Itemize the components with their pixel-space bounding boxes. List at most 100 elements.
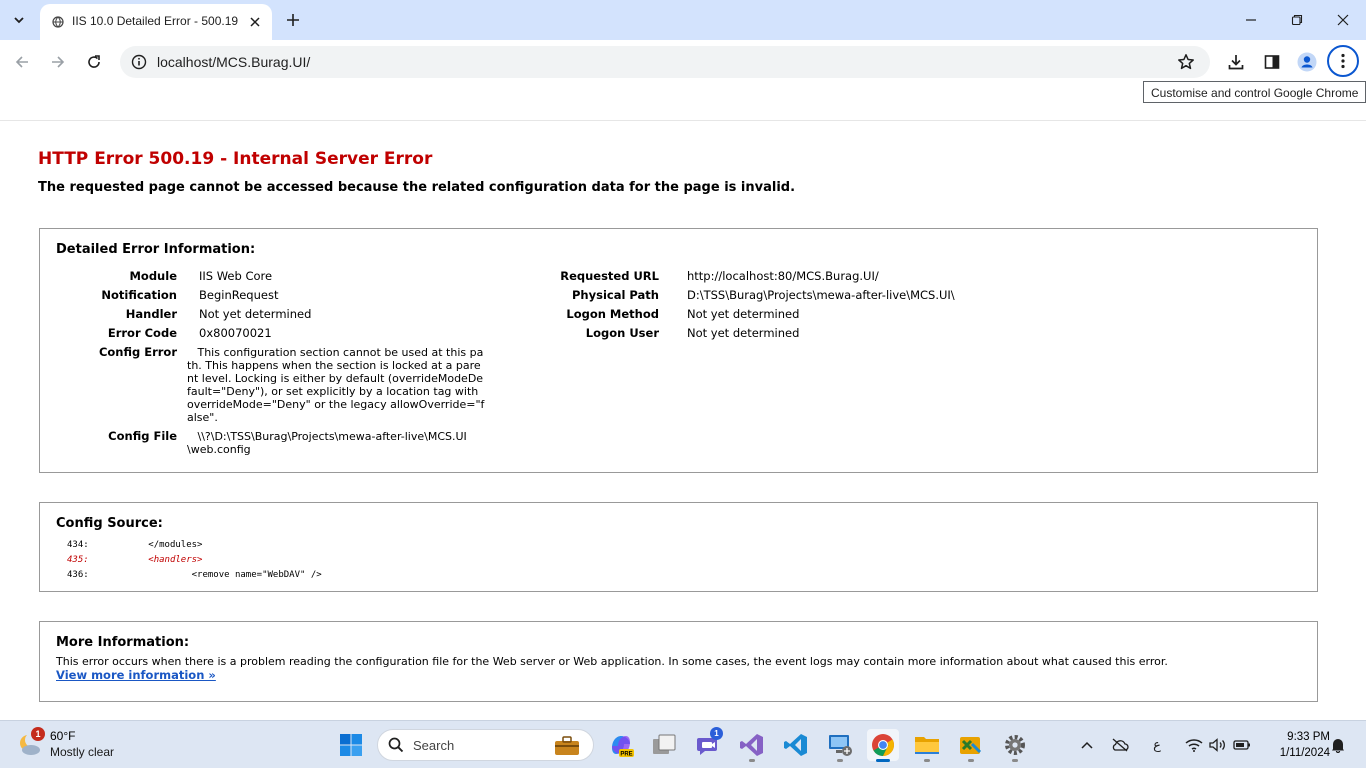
system-clock[interactable]: 9:33 PM 1/11/2024 (1254, 729, 1330, 761)
input-language[interactable]: ع (1147, 735, 1167, 755)
detail-value: IIS Web Core (199, 269, 273, 283)
wifi-icon (1185, 739, 1203, 752)
detail-label: Physical Path (572, 288, 659, 302)
error-title: HTTP Error 500.19 - Internal Server Erro… (38, 149, 433, 169)
detail-label: Requested URL (560, 269, 659, 283)
config-file-text: \\?\D:\TSS\Burag\Projects\mewa-after-liv… (187, 430, 467, 456)
detail-value: Not yet determined (687, 307, 800, 321)
windows-taskbar: 1 60°F Mostly clear Search PRE 1 ع 9:33 … (0, 720, 1366, 768)
profile-button[interactable] (1296, 51, 1318, 73)
detail-label: Notification (101, 288, 177, 302)
taskbar-settings[interactable] (999, 729, 1031, 762)
menu-tooltip: Customise and control Google Chrome (1143, 81, 1366, 103)
downloads-button[interactable] (1225, 51, 1247, 73)
info-icon[interactable] (131, 54, 147, 70)
active-tab[interactable]: IIS 10.0 Detailed Error - 500.19 (40, 4, 272, 40)
taskbar-visual-studio[interactable] (736, 729, 768, 762)
detail-label: Error Code (107, 326, 177, 340)
show-hidden-icons-button[interactable] (1077, 735, 1097, 755)
search-icon (388, 737, 404, 753)
more-info-text: This error occurs when there is a proble… (56, 655, 1168, 668)
chrome-icon (872, 734, 894, 756)
back-button[interactable] (9, 49, 35, 75)
bookmark-button[interactable] (1176, 52, 1196, 72)
config-source-box: Config Source: 434: </modules> 435: <han… (39, 502, 1318, 592)
minimize-button[interactable] (1228, 6, 1274, 34)
running-indicator (837, 759, 843, 762)
speaker-icon (1209, 738, 1225, 752)
detailed-error-box: Detailed Error Information: Module IIS W… (39, 228, 1318, 473)
running-indicator (924, 759, 930, 762)
taskbar-file-explorer[interactable] (911, 729, 943, 762)
config-error-label: Config Error (98, 345, 177, 359)
running-indicator (968, 759, 974, 762)
detail-value: 0x80070021 (199, 326, 272, 340)
more-info-box: More Information: This error occurs when… (39, 621, 1318, 702)
visual-studio-icon (740, 734, 763, 756)
close-icon (250, 17, 260, 27)
search-label: Search (413, 738, 455, 753)
detail-label: Module (129, 269, 177, 283)
browser-toolbar: localhost/MCS.Burag.UI/ (0, 40, 1366, 84)
arrow-left-icon (15, 56, 28, 68)
address-url[interactable]: localhost/MCS.Burag.UI/ (157, 54, 310, 70)
chrome-menu-button[interactable] (1327, 45, 1359, 77)
side-panel-button[interactable] (1261, 51, 1283, 73)
restore-button[interactable] (1274, 6, 1320, 34)
detailed-error-heading: Detailed Error Information: (56, 242, 256, 257)
taskbar-teams[interactable]: 1 (692, 727, 724, 761)
tab-title: IIS 10.0 Detailed Error - 500.19 (72, 14, 239, 28)
taskbar-vscode[interactable] (780, 729, 812, 761)
windows-logo-icon (340, 734, 362, 756)
error-subtitle: The requested page cannot be accessed be… (38, 180, 796, 195)
taskbar-xampp[interactable] (955, 729, 987, 762)
battery-status[interactable] (1232, 735, 1252, 755)
weather-badge: 1 (31, 727, 45, 741)
taskbar-chrome[interactable] (867, 729, 899, 762)
tray-app[interactable] (1110, 735, 1130, 755)
detail-label: Logon Method (566, 307, 659, 321)
reload-icon (88, 55, 100, 68)
side-panel-icon (1264, 55, 1280, 69)
chevron-down-icon (14, 17, 24, 24)
folder-icon (915, 737, 939, 754)
svg-text:PRE: PRE (620, 752, 632, 758)
detail-label: Logon User (585, 326, 659, 340)
reload-button[interactable] (81, 49, 107, 75)
avatar-icon (1297, 52, 1317, 72)
taskbar-copilot[interactable]: PRE (605, 729, 637, 761)
start-button[interactable] (335, 729, 367, 761)
view-more-link[interactable]: View more information » (56, 668, 216, 682)
close-window-button[interactable] (1320, 6, 1366, 34)
page-globe-icon (52, 16, 64, 28)
code-line: 434: </modules> (67, 540, 203, 550)
detail-value: Not yet determined (199, 307, 312, 321)
volume-control[interactable] (1208, 735, 1228, 755)
teams-badge: 1 (710, 727, 723, 740)
code-line: 436: <remove name="WebDAV" /> (67, 570, 322, 580)
config-file-label: Config File (108, 429, 177, 443)
notifications-button[interactable] (1328, 735, 1348, 755)
tab-close-button[interactable] (246, 13, 264, 31)
running-indicator (1012, 759, 1018, 762)
new-tab-button[interactable] (282, 9, 304, 31)
battery-icon (1233, 740, 1250, 750)
network-status[interactable] (1184, 735, 1204, 755)
taskbar-task-view[interactable] (648, 729, 680, 761)
tab-strip: IIS 10.0 Detailed Error - 500.19 (0, 0, 1366, 40)
copilot-icon: PRE (612, 736, 634, 758)
running-indicator (749, 759, 755, 762)
plus-icon (287, 14, 299, 26)
chevron-up-icon (1081, 741, 1093, 749)
forward-button[interactable] (45, 49, 71, 75)
config-error-text: This configuration section cannot be use… (187, 346, 485, 424)
clock-date: 1/11/2024 (1279, 747, 1330, 759)
tab-search-button[interactable] (6, 7, 32, 33)
detail-value: D:\TSS\Burag\Projects\mewa-after-live\MC… (687, 288, 955, 302)
taskbar-remote-desktop[interactable] (824, 729, 856, 762)
config-source-heading: Config Source: (56, 516, 163, 531)
taskbar-search[interactable]: Search (377, 729, 594, 761)
arrow-right-icon (52, 56, 65, 68)
task-view-icon (653, 734, 676, 754)
address-bar[interactable]: localhost/MCS.Burag.UI/ (120, 46, 1210, 78)
